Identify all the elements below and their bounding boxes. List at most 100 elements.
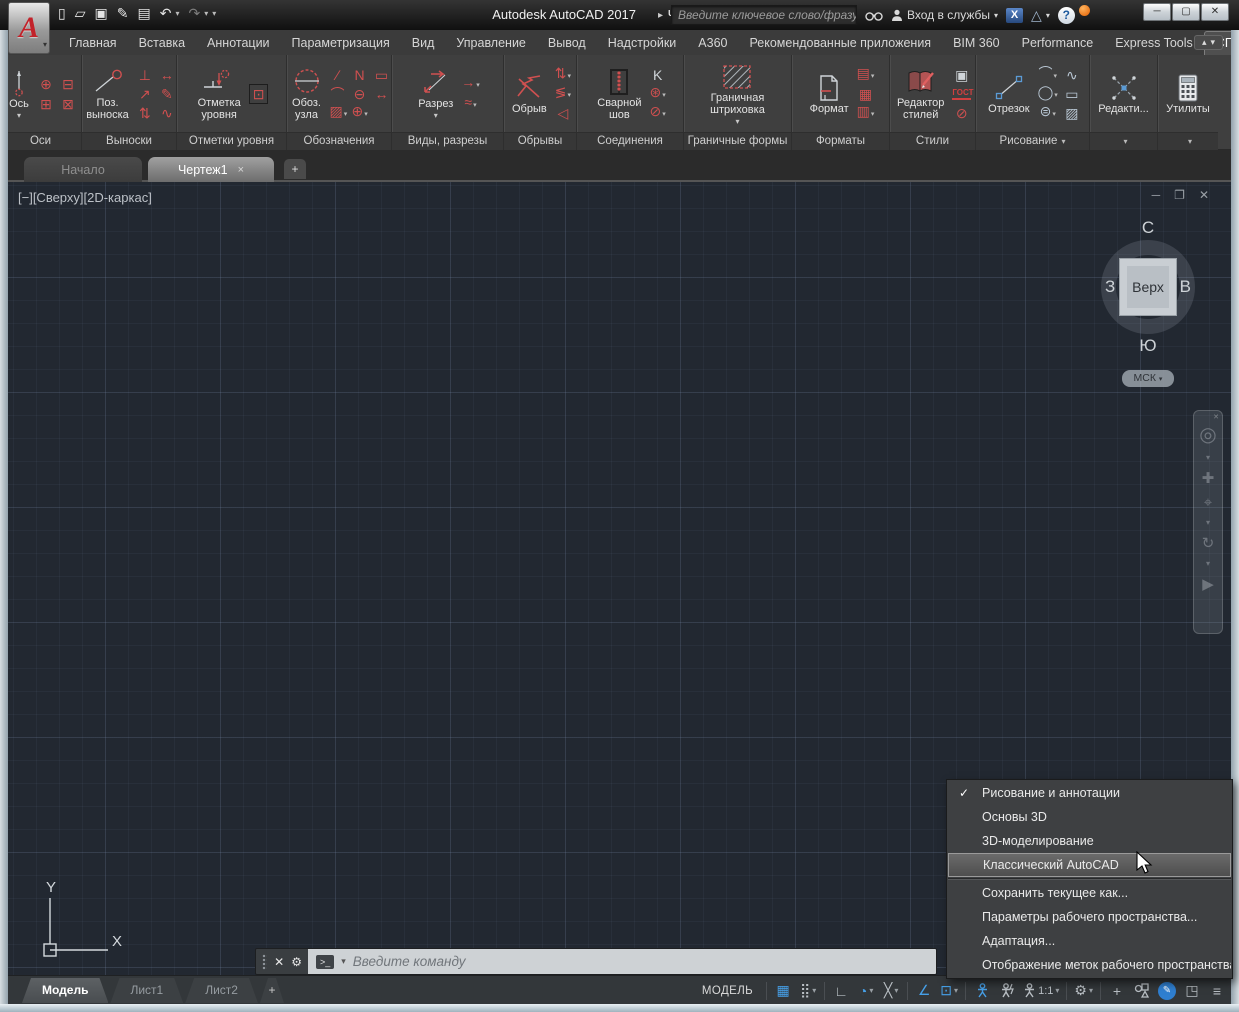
isolate-objects-button[interactable] [1130, 979, 1154, 1003]
customization-button[interactable]: ≡ [1205, 979, 1229, 1003]
navbar-close-icon[interactable]: ✕ [1213, 413, 1219, 421]
symbol-small-icon-7[interactable]: ▨▾ [330, 103, 346, 123]
callout-small-icon-1[interactable]: ⊥ [137, 67, 153, 83]
format-small-icon-3[interactable]: ▥▾ [857, 103, 875, 123]
command-close-icon[interactable]: ✕ [274, 955, 284, 969]
panel-flyout-edit[interactable]: ▾ [1090, 132, 1157, 150]
panel-title-views[interactable]: Виды, разрезы [392, 132, 503, 150]
menu-item-workspace-settings[interactable]: Параметры рабочего пространства... [948, 905, 1231, 929]
open-file-icon[interactable]: ▱ [75, 5, 86, 22]
navbar-dropdown-icon-2[interactable]: ▾ [1206, 519, 1210, 527]
ucs-selector-button[interactable]: МСК ▾ [1122, 370, 1174, 387]
tab-performance[interactable]: Performance [1011, 32, 1105, 55]
zoom-icon[interactable]: ⌖ [1204, 495, 1212, 510]
menu-item-customize[interactable]: Адаптация... [948, 929, 1231, 953]
tab-output[interactable]: Вывод [537, 32, 597, 55]
a360-desktop-control[interactable]: △ ▾ [1031, 7, 1050, 24]
panel-flyout-utils[interactable]: ▾ [1158, 132, 1218, 150]
ortho-toggle[interactable]: ∟ [829, 979, 853, 1003]
canvas-restore-icon[interactable]: ❐ [1174, 188, 1185, 202]
axes-small-icon-4[interactable]: ⊠ [60, 96, 76, 112]
viewcube-top-face[interactable]: Верх [1119, 258, 1177, 316]
break-button[interactable]: Обрыв [509, 71, 550, 117]
tab-a360[interactable]: A360 [687, 32, 738, 55]
undo-dropdown-icon[interactable]: ▾ [175, 9, 179, 18]
window-maximize-button[interactable]: ▢ [1172, 3, 1200, 21]
snap-toggle[interactable]: ⣿▾ [796, 979, 820, 1003]
viewcube[interactable]: С З Верх В Ю МСК ▾ [1083, 218, 1213, 368]
polar-tracking-toggle[interactable]: ◔▾ [854, 979, 878, 1003]
axes-small-icon-1[interactable]: ⊕ [38, 76, 54, 92]
joint-small-icon-1[interactable]: K [650, 67, 666, 83]
panel-title-breaks[interactable]: Обрывы [504, 132, 576, 150]
panel-title-boundary[interactable]: Граничные формы [684, 132, 791, 150]
style-small-icon-1[interactable]: ▣ [952, 67, 971, 83]
command-prompt-icon[interactable]: >_ [316, 955, 334, 969]
symbol-small-icon-4[interactable]: ⊖ [352, 86, 368, 102]
file-tab-drawing1[interactable]: Чертеж1 × [148, 157, 274, 182]
symbol-small-icon-8[interactable]: ⊕▾ [352, 103, 368, 123]
section-button[interactable]: Разрез ▾ [415, 66, 456, 122]
panel-title-levels[interactable]: Отметки уровня [177, 132, 286, 150]
search-binoculars-icon[interactable] [865, 9, 883, 22]
tab-parametric[interactable]: Параметризация [281, 32, 401, 55]
line-segment-button[interactable]: Отрезок [985, 71, 1032, 117]
menu-item-3d-basics[interactable]: Основы 3D [948, 805, 1231, 829]
help-button[interactable]: ? [1058, 7, 1075, 24]
position-callout-button[interactable]: Поз. выноска [83, 65, 132, 123]
viewport-controls[interactable]: [−][Сверху][2D-каркас] [18, 190, 152, 205]
layout-tab-sheet2[interactable]: Лист2 [185, 978, 258, 1003]
panel-title-styles[interactable]: Стили [890, 132, 975, 150]
new-layout-button[interactable]: + [260, 978, 284, 1003]
viewcube-west[interactable]: З [1105, 277, 1115, 297]
symbol-small-icon-6[interactable]: ↔ [374, 86, 390, 102]
viewcube-south[interactable]: Ю [1083, 336, 1213, 356]
new-drawing-button[interactable]: + [284, 159, 306, 179]
viewcube-ring[interactable]: З Верх В [1101, 240, 1195, 334]
object-snap-tracking-toggle[interactable]: ∠ [912, 979, 936, 1003]
layout-tab-sheet1[interactable]: Лист1 [110, 978, 183, 1003]
tab-featured-apps[interactable]: Рекомендованные приложения [738, 32, 942, 55]
circle-icon[interactable]: ◯▾ [1038, 84, 1058, 104]
level-small-icon-1[interactable]: ⊡ [249, 84, 269, 104]
redo-dropdown-icon[interactable]: ▾ [204, 9, 208, 18]
callout-small-icon-4[interactable]: ↔ [159, 67, 175, 83]
pan-icon[interactable]: ✚ [1202, 471, 1215, 486]
break-small-icon-2[interactable]: ≶▾ [555, 84, 571, 104]
grid-toggle[interactable]: ▦ [771, 979, 795, 1003]
views-small-icon-1[interactable]: →▾ [461, 74, 480, 94]
model-space-button[interactable]: МОДЕЛЬ [693, 979, 762, 1003]
clean-screen-button[interactable]: ◳ [1180, 979, 1204, 1003]
menu-item-workspace-labels[interactable]: Отображение меток рабочего пространства [948, 953, 1231, 977]
panel-title-callouts[interactable]: Выноски [82, 132, 176, 150]
axis-button[interactable]: Ось ▾ [5, 66, 33, 122]
window-close-button[interactable]: ✕ [1201, 3, 1229, 21]
tab-annotate[interactable]: Аннотации [196, 32, 280, 55]
panel-title-axes[interactable]: Оси [0, 132, 81, 150]
format-button[interactable]: Формат [807, 71, 852, 117]
tab-insert[interactable]: Вставка [128, 32, 196, 55]
viewcube-north[interactable]: С [1083, 218, 1213, 238]
undo-icon[interactable]: ↶ [160, 5, 172, 22]
utilities-button[interactable]: Утилиты [1163, 71, 1213, 117]
file-tab-start[interactable]: Начало [24, 157, 142, 182]
panel-title-draw[interactable]: Рисование▾ [976, 132, 1089, 150]
spline-icon[interactable]: ∿ [1064, 67, 1080, 83]
canvas-close-icon[interactable]: ✕ [1199, 188, 1209, 202]
orbit-icon[interactable]: ↻ [1202, 536, 1215, 551]
redo-icon[interactable]: ↷ [188, 5, 200, 22]
window-minimize-button[interactable]: ─ [1143, 3, 1171, 21]
file-tab-close-icon[interactable]: × [238, 164, 244, 176]
application-menu-button[interactable]: A ▾ [8, 2, 50, 54]
callout-small-icon-5[interactable]: ✎ [159, 86, 175, 102]
callout-small-icon-2[interactable]: ↗ [137, 86, 153, 102]
exchange-apps-icon[interactable]: X [1006, 8, 1023, 23]
panel-title-symbols[interactable]: Обозначения [287, 132, 391, 150]
symbol-small-icon-2[interactable]: ⌒ [330, 86, 346, 102]
tab-view[interactable]: Вид [401, 32, 446, 55]
show-motion-icon[interactable]: ▶ [1202, 577, 1214, 592]
isodraft-toggle[interactable]: ╳▾ [879, 979, 903, 1003]
tab-express-tools[interactable]: Express Tools [1104, 32, 1204, 55]
save-as-icon[interactable]: ✎ [117, 5, 129, 22]
symbol-small-icon-3[interactable]: N [352, 67, 368, 83]
